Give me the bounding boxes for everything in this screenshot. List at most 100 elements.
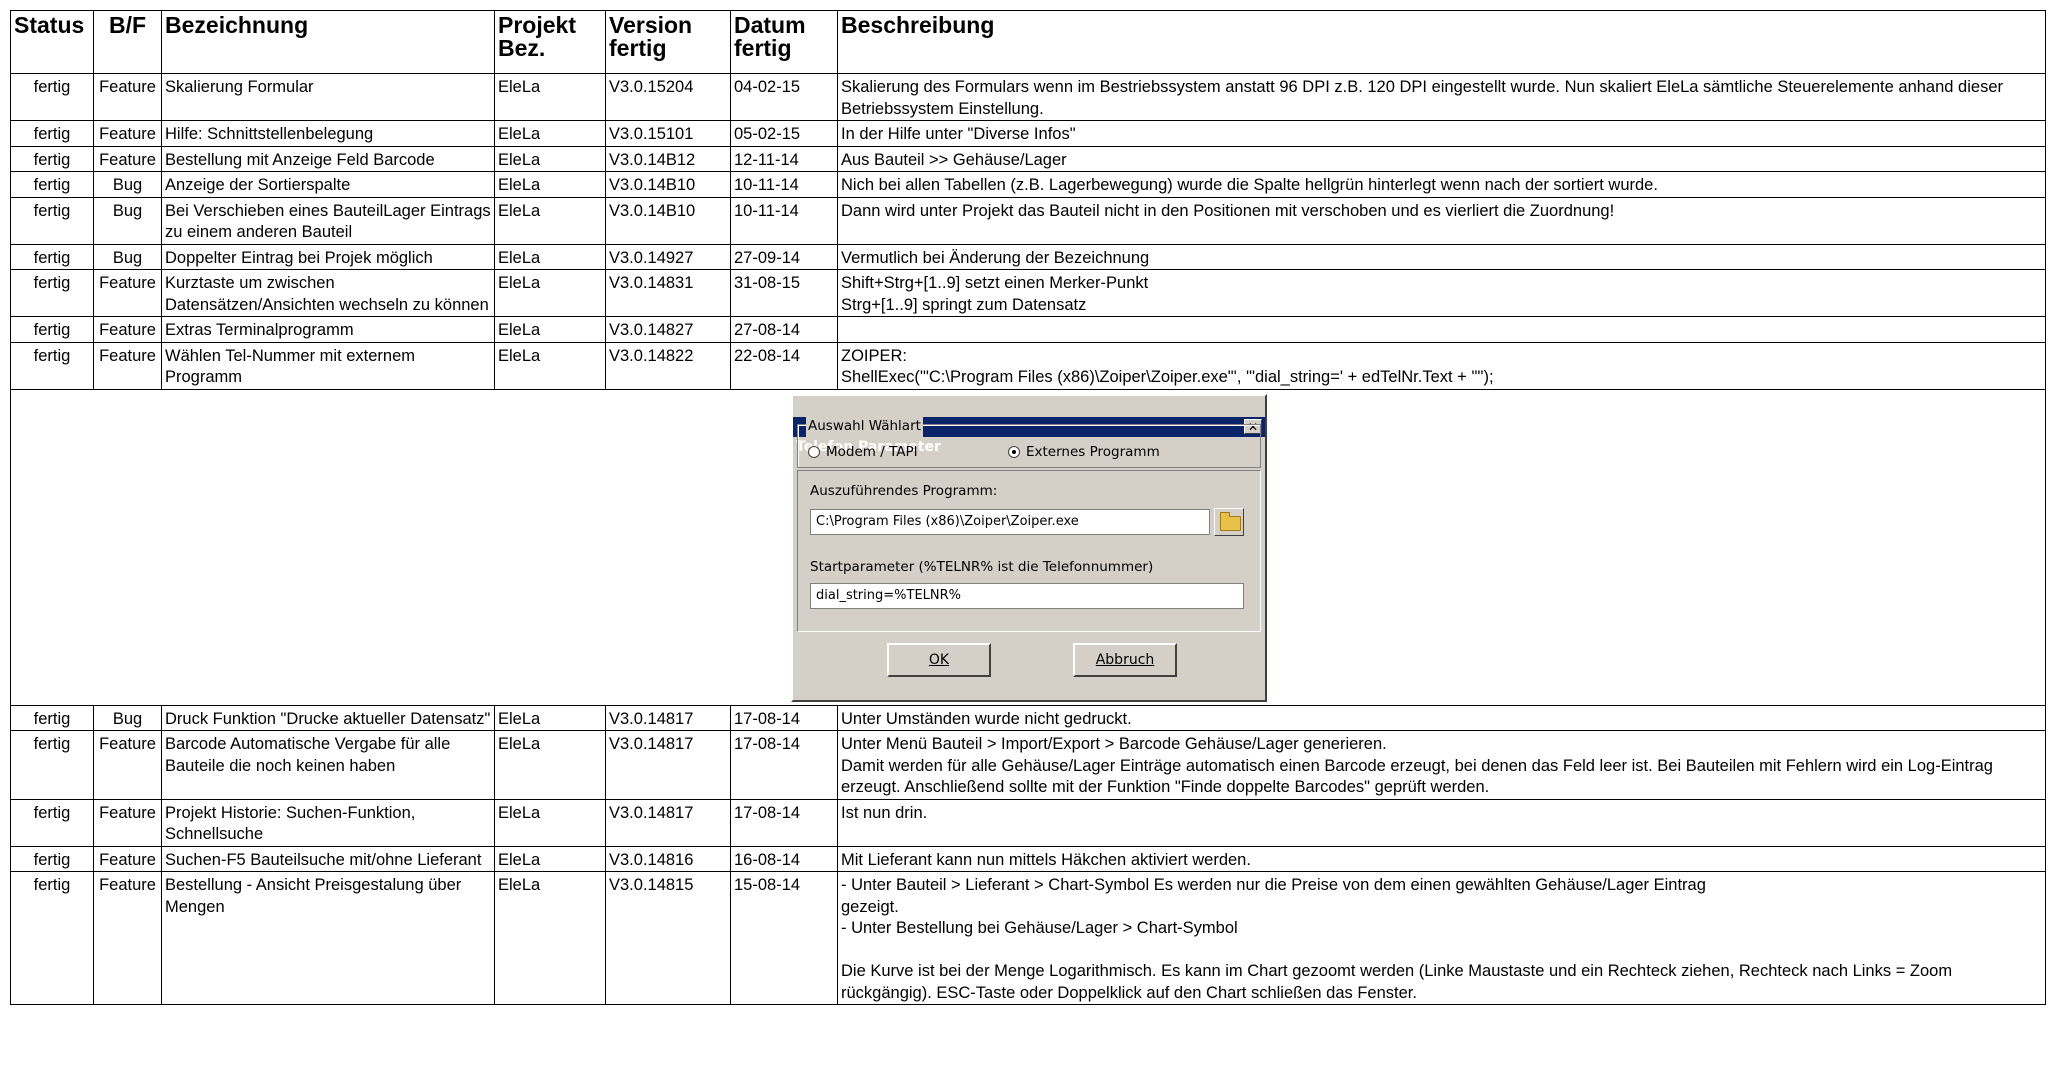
header-datum: Datum fertig — [730, 10, 838, 74]
table-row: fertig Bug Doppelter Eintrag bei Projek mö… — [10, 243, 2046, 270]
cell-bf: Feature — [93, 730, 162, 800]
radio-extern-label: Externes Programm — [1026, 443, 1160, 460]
radio-external-program[interactable]: Externes Programm — [1008, 442, 1160, 464]
cell-version: V3.0.14831 — [605, 269, 731, 317]
cell-bf: Feature — [93, 145, 162, 172]
cell-datum: 16-08-14 — [730, 845, 838, 872]
cell-bf: Bug — [93, 196, 162, 245]
cell-bf: Feature — [93, 73, 162, 121]
radio-modem-tapi[interactable]: Modem / TAPI — [808, 442, 918, 464]
cell-projekt: EleLa — [494, 704, 606, 731]
table-row: fertig Feature Barcode Automatische Vergab… — [10, 730, 2046, 800]
cell-bf: Feature — [93, 120, 162, 147]
cell-version: V3.0.14927 — [605, 243, 731, 270]
radio-checked-icon — [1008, 446, 1020, 459]
cell-datum: 04-02-15 — [730, 73, 838, 121]
table-row: fertig Feature Hilfe: Schnittstellenbelegu… — [10, 120, 2046, 147]
table-row: fertig Feature Bestellung mit Anzeige Feld… — [10, 145, 2046, 172]
cell-projekt: EleLa — [494, 269, 606, 317]
cell-datum: 31-08-15 — [730, 269, 838, 317]
start-param-input[interactable]: dial_string=%TELNR% — [810, 582, 1244, 609]
header-beschreibung: Beschreibung — [837, 10, 2046, 74]
cancel-button[interactable]: Abbruch — [1073, 642, 1177, 677]
cell-status: fertig — [10, 145, 94, 172]
header-status: Status — [10, 10, 94, 74]
cell-projekt: EleLa — [494, 845, 606, 872]
cell-beschreibung: In der Hilfe unter "Diverse Infos" — [837, 120, 2046, 147]
cell-version: V3.0.14B10 — [605, 171, 731, 198]
header-projekt: Projekt Bez. — [494, 10, 606, 74]
folder-icon — [1220, 511, 1241, 531]
table-row: fertig Feature Suchen-F5 Bauteilsuche mit/… — [10, 845, 2046, 872]
cell-version: V3.0.15101 — [605, 120, 731, 147]
table-row: fertig Feature Bestellung - Ansicht Preisg… — [10, 871, 2046, 1005]
cell-bezeichnung: Anzeige der Sortierspalte — [161, 171, 495, 198]
cell-projekt: EleLa — [494, 798, 606, 847]
cell-bezeichnung: Suchen-F5 Bauteilsuche mit/ohne Lieferan… — [161, 845, 495, 872]
param-label: Startparameter (%TELNR% ist die Telefonn… — [810, 558, 1154, 575]
cell-version: V3.0.14817 — [605, 730, 731, 800]
cell-status: fertig — [10, 730, 94, 800]
table-row: fertig Bug Druck Funktion "Drucke aktuelle… — [10, 704, 2046, 731]
cell-bezeichnung: Extras Terminalprogramm — [161, 316, 495, 343]
dial-mode-group: Auswahl Wählart Modem / TAPI Externes Pr… — [797, 415, 1261, 468]
rows-bottom: fertig Bug Druck Funktion "Drucke aktuelle… — [10, 704, 2046, 1005]
cell-bezeichnung: Barcode Automatische Vergabe für alle Ba… — [161, 730, 495, 800]
cell-beschreibung: Unter Menü Bauteil > Import/Export > Bar… — [837, 730, 2046, 800]
cell-status: fertig — [10, 316, 94, 343]
cell-beschreibung: Aus Bauteil >> Gehäuse/Lager — [837, 145, 2046, 172]
cell-version: V3.0.14817 — [605, 704, 731, 731]
cell-datum: 15-08-14 — [730, 871, 838, 1005]
cell-bezeichnung: Skalierung Formular — [161, 73, 495, 121]
cell-datum: 10-11-14 — [730, 171, 838, 198]
radio-unchecked-icon — [808, 446, 820, 459]
header-bf: B/F — [93, 10, 162, 74]
cell-status: fertig — [10, 871, 94, 1005]
cell-bf: Bug — [93, 243, 162, 270]
cell-bezeichnung: Bei Verschieben eines BauteilLager Eintr… — [161, 196, 495, 245]
cell-status: fertig — [10, 269, 94, 317]
cell-projekt: EleLa — [494, 243, 606, 270]
cell-bf: Feature — [93, 845, 162, 872]
browse-button[interactable] — [1214, 507, 1244, 536]
cell-beschreibung: - Unter Bauteil > Lieferant > Chart-Symb… — [837, 871, 2046, 1005]
cell-datum: 27-09-14 — [730, 243, 838, 270]
cell-projekt: EleLa — [494, 196, 606, 245]
radio-modem-label: Modem / TAPI — [826, 443, 918, 460]
cell-projekt: EleLa — [494, 171, 606, 198]
cell-beschreibung: Skalierung des Formulars wenn im Bestrie… — [837, 73, 2046, 121]
program-settings-panel: Auszuführendes Programm: C:\Program File… — [797, 469, 1261, 632]
cell-beschreibung: Unter Umständen wurde nicht gedruckt. — [837, 704, 2046, 731]
cell-beschreibung: Shift+Strg+[1..9] setzt einen Merker-Pun… — [837, 269, 2046, 317]
cell-status: fertig — [10, 243, 94, 270]
program-path-input[interactable]: C:\Program Files (x86)\Zoiper\Zoiper.exe — [810, 508, 1210, 535]
cell-projekt: EleLa — [494, 730, 606, 800]
cell-beschreibung: Nich bei allen Tabellen (z.B. Lagerbeweg… — [837, 171, 2046, 198]
dialog-row-body: Telefon Parameter ✕ Auswahl Wählart Mode… — [10, 388, 2046, 706]
cell-datum: 17-08-14 — [730, 704, 838, 731]
cell-projekt: EleLa — [494, 73, 606, 121]
ok-button[interactable]: OK — [887, 642, 991, 677]
cell-version: V3.0.14816 — [605, 845, 731, 872]
program-label: Auszuführendes Programm: — [810, 482, 998, 499]
table-row: fertig Feature Skalierung Formular EleLa V3.… — [10, 73, 2046, 121]
cell-datum: 05-02-15 — [730, 120, 838, 147]
cell-bezeichnung: Hilfe: Schnittstellenbelegung — [161, 120, 495, 147]
cell-projekt: EleLa — [494, 120, 606, 147]
cell-version: V3.0.14B10 — [605, 196, 731, 245]
cell-status: fertig — [10, 845, 94, 872]
cell-status: fertig — [10, 341, 94, 390]
cell-status: fertig — [10, 196, 94, 245]
changelog-table: Status B/F Bezeichnung Projekt Bez. Vers… — [10, 10, 2046, 1005]
cell-version: V3.0.14815 — [605, 871, 731, 1005]
table-row: fertig Feature Projekt Historie: Suchen-Fu… — [10, 798, 2046, 847]
cell-beschreibung: Dann wird unter Projekt das Bauteil nich… — [837, 196, 2046, 245]
table-row: fertig Bug Anzeige der Sortierspalte EleLa V… — [10, 171, 2046, 198]
dialog-cell: Telefon Parameter ✕ Auswahl Wählart Mode… — [10, 388, 2046, 706]
cell-beschreibung: ZOIPER: ShellExec('"C:\Program Files (x8… — [837, 341, 2046, 390]
telefon-parameter-dialog: Telefon Parameter ✕ Auswahl Wählart Mode… — [791, 393, 1267, 702]
table-row: fertig Feature Extras Terminalprogramm EleL… — [10, 316, 2046, 343]
cell-bf: Bug — [93, 704, 162, 731]
cell-bezeichnung: Kurztaste um zwischen Datensätzen/Ansich… — [161, 269, 495, 317]
cell-version: V3.0.14822 — [605, 341, 731, 390]
